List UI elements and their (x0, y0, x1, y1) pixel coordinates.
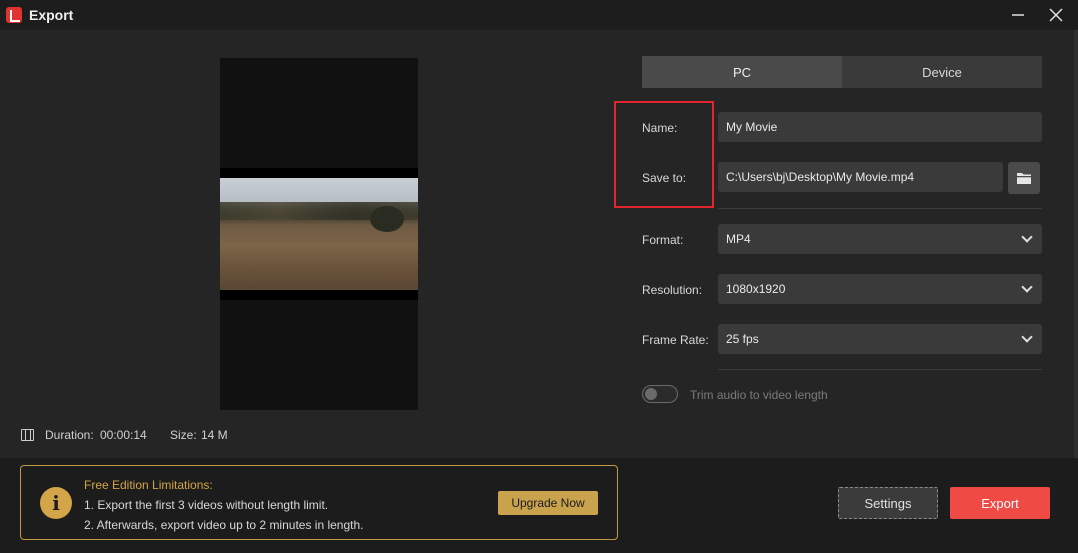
limitations-title: Free Edition Limitations: (84, 478, 213, 492)
close-button[interactable] (1041, 2, 1071, 28)
resolution-value: 1080x1920 (726, 282, 786, 296)
format-label: Format: (642, 233, 684, 247)
resolution-select[interactable]: 1080x1920 (718, 274, 1042, 304)
trim-audio-toggle[interactable] (642, 385, 678, 403)
save-path-input[interactable]: C:\Users\bj\Desktop\My Movie.mp4 (718, 162, 1003, 192)
video-preview (220, 58, 418, 410)
highlight-box (614, 101, 714, 208)
divider (718, 369, 1042, 370)
chevron-down-icon (1021, 331, 1033, 343)
letterbox-bottom (220, 290, 418, 300)
toggle-knob (645, 388, 657, 400)
frame-rate-value: 25 fps (726, 332, 759, 346)
letterbox-top (220, 168, 418, 178)
close-icon (1049, 8, 1063, 22)
video-thumbnail (220, 168, 418, 300)
trim-audio-label: Trim audio to video length (690, 388, 828, 402)
app-logo-icon (6, 7, 22, 23)
format-value: MP4 (726, 232, 751, 246)
format-select[interactable]: MP4 (718, 224, 1042, 254)
divider (718, 208, 1042, 209)
folder-icon (1017, 173, 1031, 184)
export-button[interactable]: Export (950, 487, 1050, 519)
settings-button[interactable]: Settings (838, 487, 938, 519)
export-target-tabs: PC Device (642, 56, 1042, 88)
frame-rate-select[interactable]: 25 fps (718, 324, 1042, 354)
minimize-button[interactable] (1003, 2, 1033, 28)
resolution-label: Resolution: (642, 283, 703, 297)
duration-label: Duration: (45, 428, 94, 442)
limitation-line-1: 1. Export the first 3 videos without len… (84, 498, 329, 512)
title-bar: Export (0, 0, 1078, 30)
browse-folder-button[interactable] (1008, 162, 1040, 194)
tab-device[interactable]: Device (842, 56, 1042, 88)
duration-value: 00:00:14 (100, 428, 147, 442)
chevron-down-icon (1021, 281, 1033, 293)
limitation-line-2: 2. Afterwards, export video up to 2 minu… (84, 518, 364, 532)
minimize-icon (1012, 14, 1024, 16)
window-title: Export (29, 7, 74, 23)
name-input[interactable]: My Movie (718, 112, 1042, 142)
upgrade-now-button[interactable]: Upgrade Now (498, 491, 598, 515)
size-value: 14 M (201, 428, 228, 442)
size-label: Size: (170, 428, 197, 442)
thumbnail-tree (370, 206, 404, 232)
info-icon: i (40, 487, 72, 519)
frame-rate-label: Frame Rate: (642, 333, 709, 347)
tab-pc[interactable]: PC (642, 56, 842, 88)
film-icon (21, 429, 34, 441)
chevron-down-icon (1021, 231, 1033, 243)
